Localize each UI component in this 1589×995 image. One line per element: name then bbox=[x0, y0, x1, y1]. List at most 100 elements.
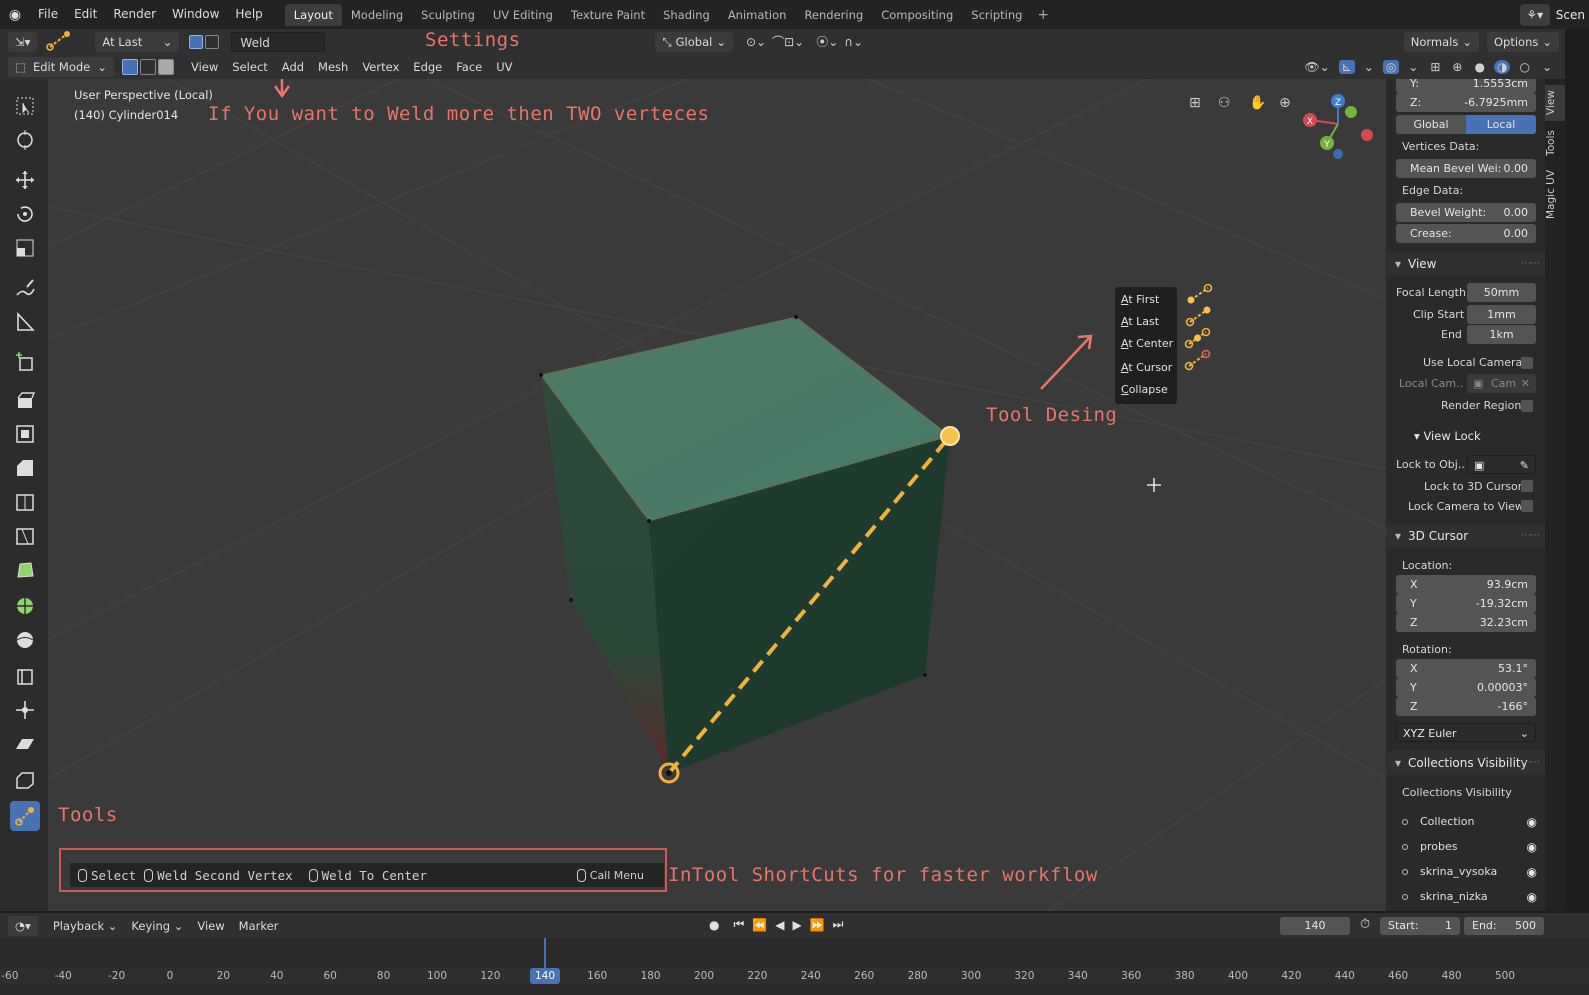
cursor-rotation-y-field[interactable]: Y 0.00003° bbox=[1396, 678, 1536, 697]
menu-playback[interactable]: Playback ⌄ bbox=[46, 916, 125, 936]
overlay-toggle-icon[interactable]: ◎ bbox=[1382, 59, 1400, 74]
menu-view[interactable]: View bbox=[184, 57, 225, 77]
bevel-tool[interactable] bbox=[10, 453, 40, 483]
visibility-icon[interactable]: 👁⌄ bbox=[1301, 60, 1332, 74]
current-frame-field[interactable]: 140 bbox=[1280, 917, 1350, 935]
tab-texture-paint[interactable]: Texture Paint bbox=[562, 4, 654, 26]
tab-rendering[interactable]: Rendering bbox=[795, 4, 872, 26]
xray-icon[interactable]: ⊞ bbox=[1427, 60, 1443, 74]
editor-type-button[interactable]: ⇲▾ bbox=[8, 31, 38, 52]
weld-selected-field[interactable]: Weld Selected bbox=[231, 31, 326, 70]
menu-window[interactable]: Window bbox=[164, 0, 227, 29]
lock-to-cursor-checkbox[interactable] bbox=[1521, 480, 1533, 492]
menu-vertex[interactable]: Vertex bbox=[355, 57, 406, 77]
tab-tools[interactable]: Tools bbox=[1545, 125, 1565, 161]
orientation-dropdown[interactable]: ⤡ Global ⌄ bbox=[655, 31, 733, 52]
navigation-gizmo[interactable]: Z X Y bbox=[1303, 94, 1373, 159]
move-tool[interactable] bbox=[10, 165, 40, 195]
tab-modeling[interactable]: Modeling bbox=[342, 4, 412, 26]
chevron-down-icon[interactable]: ⌄ bbox=[1361, 60, 1377, 74]
annotate-tool[interactable] bbox=[10, 273, 40, 303]
clip-end-field[interactable]: 1km bbox=[1467, 325, 1536, 344]
cursor-location-z-field[interactable]: Z 32.23cm bbox=[1396, 613, 1536, 632]
add-workspace-icon[interactable]: + bbox=[1031, 7, 1055, 23]
rip-tool[interactable] bbox=[10, 765, 40, 795]
stopwatch-icon[interactable]: ⏱ bbox=[1360, 917, 1370, 932]
drag-handle-icon[interactable]: ⋯⋯ bbox=[1521, 252, 1540, 276]
spin-tool[interactable] bbox=[10, 591, 40, 621]
local-camera-field[interactable]: ▣ Cam ✕ bbox=[1467, 374, 1536, 393]
tab-scripting[interactable]: Scripting bbox=[962, 4, 1031, 26]
zoom-icon[interactable]: ⊕ bbox=[1279, 95, 1291, 111]
menu-select[interactable]: Select bbox=[225, 57, 274, 77]
chevron-down-icon[interactable]: ⌄ bbox=[1405, 60, 1421, 74]
solid-shading-icon[interactable]: ● bbox=[1471, 60, 1487, 74]
pivot-point-icon[interactable]: ⊙⌄ bbox=[743, 35, 769, 49]
frame-ruler[interactable]: -60 -40 -20 0 20 40 60 80 100 120 160 180 200 220 240 2… bbox=[0, 968, 1589, 984]
extrude-tool[interactable] bbox=[10, 385, 40, 415]
tab-view[interactable]: View bbox=[1545, 85, 1565, 121]
drag-handle-icon[interactable]: ⋯⋯ bbox=[1521, 751, 1540, 775]
loop-cut-tool[interactable] bbox=[10, 487, 40, 517]
edge-select-icon[interactable] bbox=[205, 34, 220, 49]
tab-animation[interactable]: Animation bbox=[719, 4, 796, 26]
menu-keying[interactable]: Keying ⌄ bbox=[124, 916, 190, 936]
collection-row[interactable]: Collection ◉ bbox=[1386, 810, 1545, 834]
scale-tool[interactable] bbox=[10, 233, 40, 263]
clip-start-field[interactable]: 1mm bbox=[1467, 305, 1536, 324]
knife-tool[interactable] bbox=[10, 521, 40, 551]
menu-face[interactable]: Face bbox=[449, 57, 489, 77]
menu-mesh[interactable]: Mesh bbox=[311, 57, 355, 77]
cursor-tool[interactable] bbox=[10, 125, 40, 155]
view-section-header[interactable]: View ⋯⋯ bbox=[1386, 252, 1545, 276]
scene-icon[interactable]: ⚘▾ bbox=[1519, 3, 1550, 26]
render-region-checkbox[interactable] bbox=[1521, 400, 1533, 412]
cursor-location-y-field[interactable]: Y -19.32cm bbox=[1396, 594, 1536, 613]
inset-tool[interactable] bbox=[10, 419, 40, 449]
play-icon[interactable]: ▶ bbox=[788, 918, 805, 932]
wireframe-shading-icon[interactable]: ⊕ bbox=[1449, 60, 1465, 74]
rotate-tool[interactable] bbox=[10, 199, 40, 229]
poly-build-tool[interactable] bbox=[10, 555, 40, 585]
shear-tool[interactable] bbox=[10, 729, 40, 759]
start-frame-field[interactable]: Start: 1 bbox=[1380, 917, 1460, 935]
camera-view-icon[interactable]: ⚇ bbox=[1218, 95, 1231, 111]
use-local-camera-checkbox[interactable] bbox=[1521, 357, 1533, 369]
jump-end-icon[interactable]: ⏭ bbox=[829, 917, 848, 932]
material-shading-icon[interactable]: ◑ bbox=[1493, 59, 1511, 74]
collections-section-header[interactable]: Collections Visibility⋯⋯ bbox=[1386, 751, 1545, 775]
menu-marker[interactable]: Marker bbox=[232, 916, 286, 936]
eyedropper-icon[interactable]: ✎ bbox=[1520, 456, 1529, 475]
tab-sculpting[interactable]: Sculpting bbox=[412, 4, 484, 26]
popup-at-last[interactable]: At Last bbox=[1115, 311, 1177, 333]
tab-compositing[interactable]: Compositing bbox=[872, 4, 962, 26]
view-lock-subheader[interactable]: ▾ View Lock bbox=[1414, 429, 1481, 443]
global-toggle[interactable]: Global bbox=[1396, 115, 1466, 134]
shrink-fatten-tool[interactable] bbox=[10, 695, 40, 725]
popup-at-cursor[interactable]: At Cursor bbox=[1115, 357, 1177, 379]
menu-timeline-view[interactable]: View bbox=[190, 916, 231, 936]
lock-to-object-field[interactable]: ▣ ✎ bbox=[1467, 455, 1536, 474]
record-icon[interactable]: ● bbox=[705, 918, 723, 932]
rendered-shading-icon[interactable]: ○ bbox=[1516, 60, 1532, 74]
bevel-weight-field[interactable]: Bevel Weight: 0.00 bbox=[1396, 203, 1536, 222]
playhead-frame-label[interactable]: 140 bbox=[530, 968, 560, 984]
tab-uv-editing[interactable]: UV Editing bbox=[484, 4, 562, 26]
timeline-editor-type[interactable]: ◔▾ bbox=[8, 915, 38, 936]
tab-magic-uv[interactable]: Magic UV bbox=[1545, 165, 1565, 223]
end-frame-field[interactable]: End: 500 bbox=[1464, 917, 1544, 935]
mode-dropdown[interactable]: ⬚ Edit Mode ⌄ bbox=[8, 56, 114, 77]
edge-slide-tool[interactable] bbox=[10, 661, 40, 691]
chevron-down-icon[interactable]: ⌄ bbox=[1539, 60, 1555, 74]
vertex-mode-icon[interactable] bbox=[122, 58, 138, 75]
menu-add[interactable]: Add bbox=[275, 57, 311, 77]
eye-icon[interactable]: ◉ bbox=[1527, 885, 1537, 909]
popup-collapse[interactable]: Collapse bbox=[1115, 379, 1177, 401]
jump-start-icon[interactable]: ⏮ bbox=[729, 917, 748, 932]
rotation-mode-dropdown[interactable]: XYZ Euler ⌄ bbox=[1396, 723, 1536, 742]
menu-edge[interactable]: Edge bbox=[406, 57, 449, 77]
cursor-rotation-x-field[interactable]: X 53.1° bbox=[1396, 659, 1536, 678]
menu-render[interactable]: Render bbox=[105, 0, 164, 29]
tab-shading[interactable]: Shading bbox=[654, 4, 719, 26]
snap-icon[interactable]: ⌒⊡⌄ bbox=[769, 33, 807, 50]
